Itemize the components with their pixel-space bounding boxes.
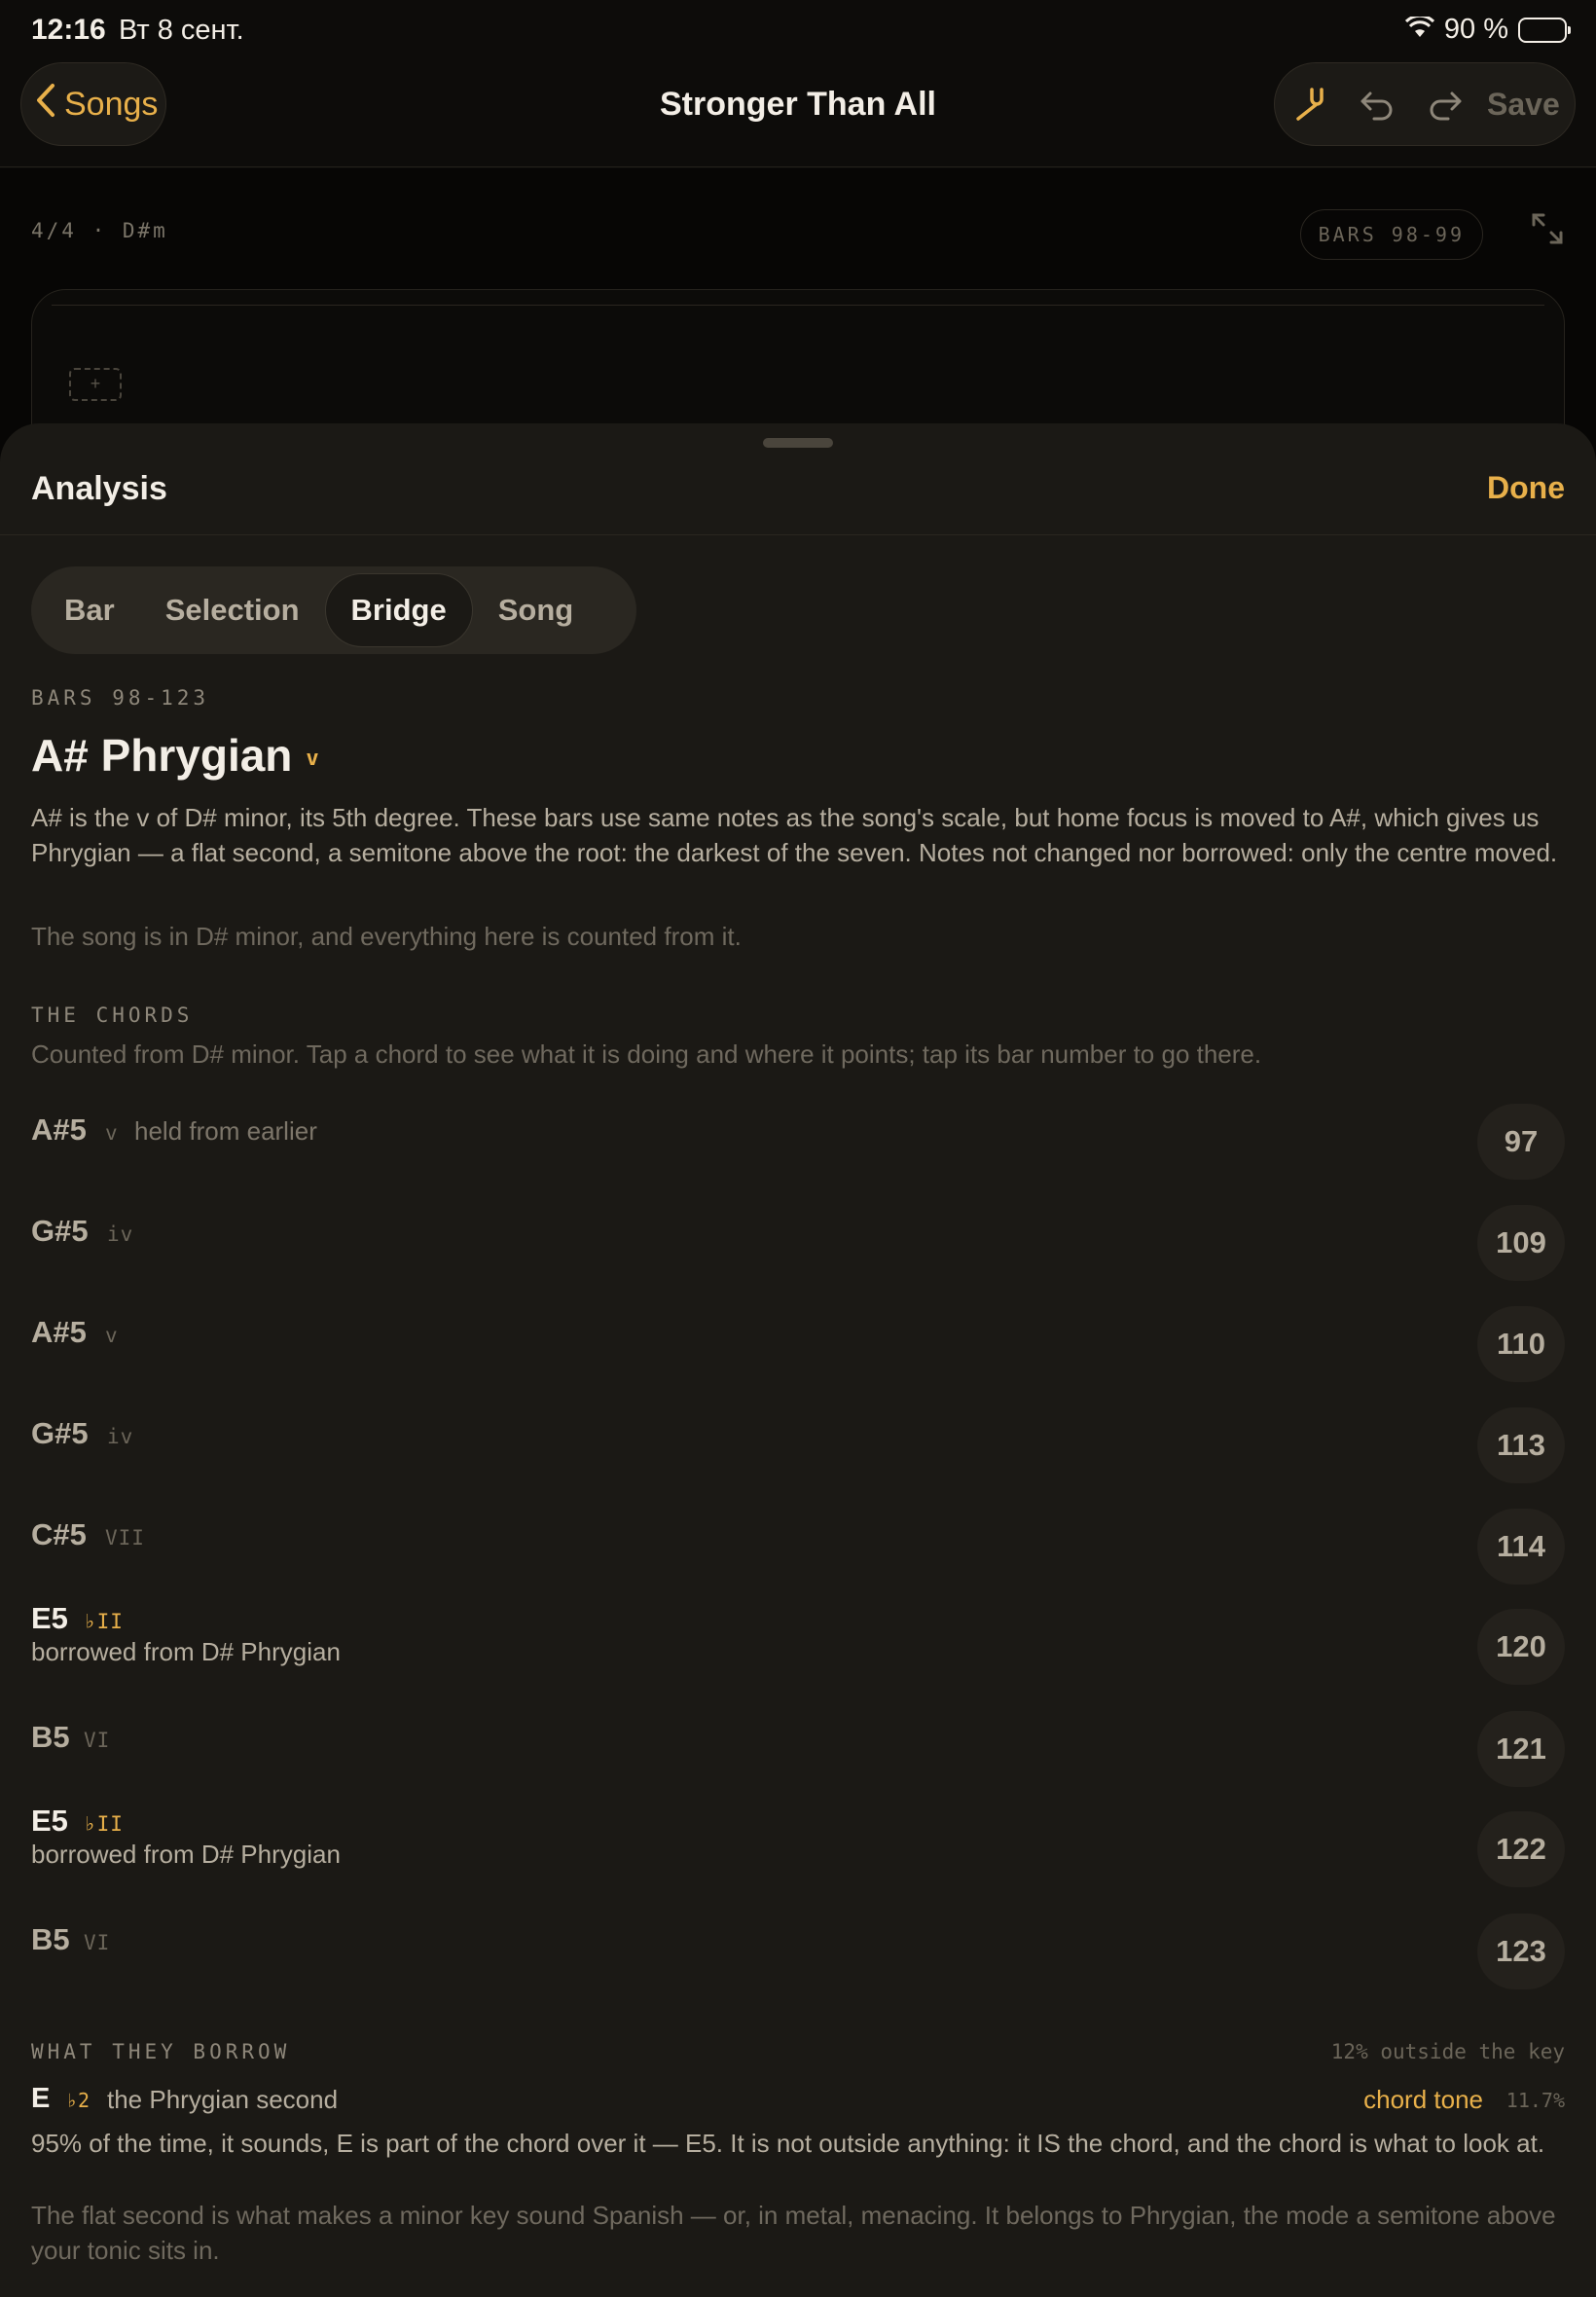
chord-numeral: ♭II bbox=[84, 1610, 124, 1633]
tab-selection[interactable]: Selection bbox=[140, 573, 325, 647]
mode-title: A# Phrygian v bbox=[31, 729, 319, 782]
borrow-detail: The flat second is what makes a minor ke… bbox=[31, 2201, 1556, 2265]
chord-row[interactable]: E5 ♭II borrowed from D# Phrygian 122 bbox=[31, 1804, 1565, 1894]
battery-icon bbox=[1518, 17, 1571, 43]
chord-name: G#5 bbox=[31, 1214, 89, 1248]
borrow-heading: WHAT THEY BORROW bbox=[31, 2040, 291, 2063]
chord-row[interactable]: C#5 VII 114 bbox=[31, 1503, 1565, 1590]
analysis-sheet: Analysis Done Bar Selection Bridge Song … bbox=[0, 423, 1596, 2297]
chord-name: E5 bbox=[31, 1601, 68, 1635]
chords-subtitle: Counted from D# minor. Tap a chord to se… bbox=[31, 1039, 1262, 1069]
chord-row[interactable]: A#5 v held from earlier 97 bbox=[31, 1098, 1565, 1185]
navigation-bar: Songs Stronger Than All Save bbox=[0, 60, 1596, 167]
chord-numeral: VI bbox=[84, 1931, 111, 1954]
chord-numeral: v bbox=[105, 1324, 119, 1347]
chords-heading: THE CHORDS bbox=[31, 1003, 194, 1027]
bar-number-button[interactable]: 97 bbox=[1477, 1104, 1565, 1180]
chord-note: held from earlier bbox=[134, 1116, 317, 1146]
borrow-role: chord tone bbox=[1363, 2085, 1483, 2114]
time-key-signature: 4/4 · D#m bbox=[31, 219, 168, 242]
borrow-item[interactable]: E ♭2 the Phrygian second chord tone 11.7… bbox=[31, 2083, 1565, 2122]
status-bar: 12:16 Вт 8 сент. 90 % bbox=[0, 0, 1596, 60]
tab-bridge[interactable]: Bridge bbox=[324, 573, 473, 647]
key-note: The song is in D# minor, and everything … bbox=[31, 922, 742, 951]
redo-icon[interactable] bbox=[1411, 70, 1479, 138]
chord-row[interactable]: B5 VI 123 bbox=[31, 1908, 1565, 1995]
bar-number-button[interactable]: 109 bbox=[1477, 1205, 1565, 1281]
bar-number-button[interactable]: 122 bbox=[1477, 1811, 1565, 1887]
battery-percent: 90 % bbox=[1443, 14, 1508, 45]
status-date: Вт 8 сент. bbox=[119, 15, 244, 46]
borrow-explanation: 95% of the time, it sounds, E is part of… bbox=[31, 2129, 1545, 2158]
chord-name: A#5 bbox=[31, 1112, 87, 1147]
done-button[interactable]: Done bbox=[1487, 470, 1565, 506]
mode-description: A# is the v of D# minor, its 5th degree.… bbox=[31, 803, 1558, 867]
chord-numeral: iv bbox=[107, 1222, 134, 1246]
bar-number-button[interactable]: 110 bbox=[1477, 1306, 1565, 1382]
chord-name: A#5 bbox=[31, 1315, 87, 1349]
bar-number-button[interactable]: 113 bbox=[1477, 1407, 1565, 1483]
chord-note: borrowed from D# Phrygian bbox=[31, 1637, 341, 1666]
bar-ruler bbox=[52, 305, 1544, 306]
bars-range-pill[interactable]: BARS 98-99 bbox=[1299, 209, 1483, 260]
bars-label: BARS 98-123 bbox=[31, 686, 210, 710]
wifi-icon bbox=[1404, 14, 1434, 46]
tab-song[interactable]: Song bbox=[473, 573, 599, 647]
chord-note: borrowed from D# Phrygian bbox=[31, 1840, 341, 1869]
chord-numeral: VI bbox=[84, 1729, 111, 1752]
chord-name: G#5 bbox=[31, 1416, 89, 1450]
chord-row[interactable]: G#5 iv 113 bbox=[31, 1402, 1565, 1489]
bar-number-button[interactable]: 121 bbox=[1477, 1711, 1565, 1787]
borrow-degree: ♭2 bbox=[66, 2089, 91, 2112]
status-right: 90 % bbox=[1404, 14, 1571, 46]
borrow-label: the Phrygian second bbox=[107, 2085, 339, 2114]
chord-row[interactable]: G#5 iv 109 bbox=[31, 1199, 1565, 1287]
tab-bar[interactable]: Bar bbox=[39, 573, 140, 647]
borrow-outside-percent: 12% outside the key bbox=[1330, 2040, 1565, 2063]
borrow-note: E bbox=[31, 2083, 51, 2114]
mode-name: A# Phrygian bbox=[31, 730, 293, 781]
chord-row[interactable]: A#5 v 110 bbox=[31, 1300, 1565, 1388]
chord-numeral: VII bbox=[105, 1526, 145, 1550]
chord-name: E5 bbox=[31, 1804, 68, 1838]
add-note-button[interactable]: + bbox=[69, 368, 122, 401]
borrow-percent: 11.7% bbox=[1505, 2089, 1565, 2112]
sheet-header: Analysis Done bbox=[0, 423, 1596, 535]
bar-number-button[interactable]: 114 bbox=[1477, 1509, 1565, 1585]
status-time: 12:16 bbox=[31, 14, 106, 46]
chord-name: B5 bbox=[31, 1922, 70, 1956]
chord-row[interactable]: E5 ♭II borrowed from D# Phrygian 120 bbox=[31, 1601, 1565, 1692]
toolbar: Save bbox=[1274, 62, 1576, 146]
sheet-title: Analysis bbox=[31, 470, 167, 507]
mode-degree: v bbox=[306, 747, 319, 772]
bar-number-button[interactable]: 120 bbox=[1477, 1609, 1565, 1685]
scope-segmented-control: Bar Selection Bridge Song bbox=[31, 566, 636, 654]
undo-icon[interactable] bbox=[1343, 70, 1411, 138]
chord-numeral: iv bbox=[107, 1425, 134, 1448]
expand-icon[interactable] bbox=[1530, 211, 1565, 251]
chord-name: B5 bbox=[31, 1720, 70, 1754]
bar-number-button[interactable]: 123 bbox=[1477, 1914, 1565, 1989]
chord-numeral: v bbox=[105, 1121, 119, 1145]
chord-name: C#5 bbox=[31, 1517, 87, 1551]
chord-numeral: ♭II bbox=[84, 1812, 124, 1836]
save-button[interactable]: Save bbox=[1487, 87, 1560, 123]
chord-row[interactable]: B5 VI 121 bbox=[31, 1705, 1565, 1793]
tuning-fork-icon[interactable] bbox=[1275, 70, 1343, 138]
